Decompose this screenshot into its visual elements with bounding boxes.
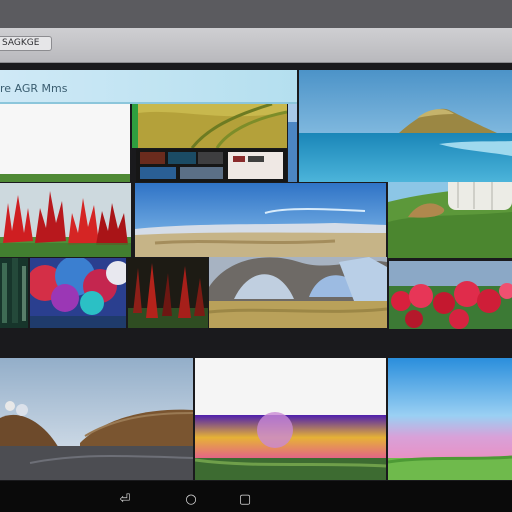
field-thumbnail[interactable] [132, 104, 287, 148]
rock-arch-thumbnail[interactable] [209, 257, 387, 328]
grass-hill-thumbnail[interactable] [388, 182, 512, 258]
browser-tab[interactable]: SAGKGE [0, 36, 52, 51]
home-icon[interactable]: ○ [182, 493, 200, 507]
coast-sky-thumbnail[interactable] [135, 183, 386, 257]
autumn-forest-thumbnail[interactable] [128, 258, 208, 328]
device-top-bezel [0, 0, 512, 28]
back-icon[interactable]: ⏎ [116, 493, 134, 507]
pink-sky-meadow-thumbnail[interactable] [388, 358, 512, 480]
system-nav-bar [0, 481, 512, 512]
red-plants-thumbnail[interactable] [0, 183, 131, 257]
hills-river-thumbnail[interactable] [0, 358, 193, 480]
dark-forest-left-thumbnail[interactable] [0, 258, 28, 328]
screenshot-strip-thumbnail[interactable] [136, 149, 287, 182]
site-title[interactable]: re AGR Mms [0, 79, 130, 99]
red-flowers-thumbnail[interactable] [389, 261, 512, 329]
recents-icon[interactable]: ▢ [236, 493, 254, 507]
divider-thumbnail [288, 104, 297, 182]
white-page-and-sunset-thumbnail[interactable] [195, 358, 386, 480]
ocean-island-thumbnail[interactable] [299, 70, 512, 182]
browser-toolbar [0, 28, 512, 63]
colorful-tree-thumbnail[interactable] [30, 258, 126, 328]
blank-thumbnail[interactable] [0, 104, 130, 182]
